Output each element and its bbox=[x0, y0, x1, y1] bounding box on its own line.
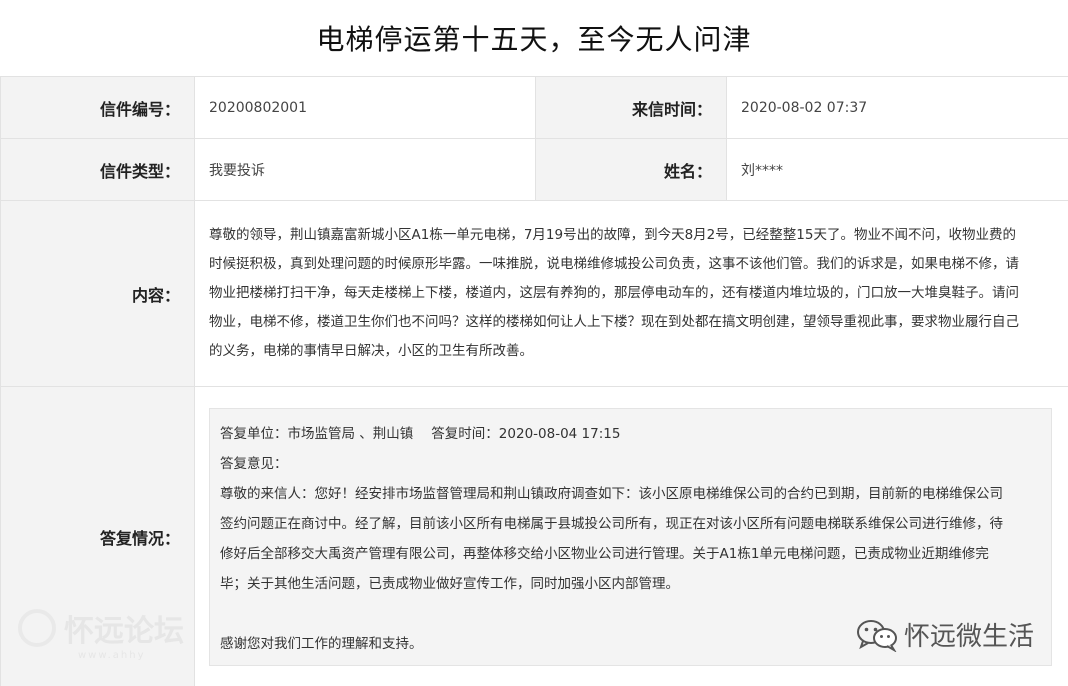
reply-meta: 答复单位：市场监管局 、荆山镇 答复时间：2020-08-04 17:15 bbox=[220, 419, 1035, 449]
content-line: 物业，电梯不修，楼道卫生你们也不问吗？这样的楼梯如何让人上下楼？现在到处都在搞文… bbox=[209, 314, 1019, 330]
forum-watermark: 怀远论坛 www.ahhy bbox=[18, 606, 184, 661]
letter-number-label: 信件编号： bbox=[0, 76, 195, 139]
letter-time-label: 来信时间： bbox=[535, 76, 727, 139]
wechat-icon bbox=[856, 619, 897, 652]
letter-row-number: 信件编号： 20200802001 来信时间： 2020-08-02 07:37 bbox=[0, 76, 1068, 139]
reply-unit-label: 答复单位： bbox=[220, 425, 288, 442]
forum-watermark-text: 怀远论坛 bbox=[64, 614, 184, 649]
reply-line: 签约问题正在商讨中。经了解，目前该小区所有电梯属于县城投公司所有，现正在对该小区… bbox=[220, 515, 1003, 532]
reply-line: 修好后全部移交大禹资产管理有限公司，再整体移交给小区物业公司进行管理。关于A1栋… bbox=[220, 545, 989, 562]
letter-time-value: 2020-08-02 07:37 bbox=[726, 76, 1068, 139]
reply-time-value: 2020-08-04 17:15 bbox=[498, 425, 621, 442]
page-title: 电梯停运第十五天，至今无人问津 bbox=[316, 23, 752, 56]
letter-table: 信件编号： 20200802001 来信时间： 2020-08-02 07:37… bbox=[0, 76, 1068, 686]
content-line: 的义务，电梯的事情早日解决，小区的卫生有所改善。 bbox=[209, 343, 533, 359]
forum-logo-icon bbox=[18, 609, 56, 647]
letter-row-content: 内容： 尊敬的领导，荆山镇嘉富新城小区A1栋一单元电梯，7月19号出的故障，到今… bbox=[0, 200, 1068, 387]
reply-line: 尊敬的来信人：您好！经安排市场监督管理局和荆山镇政府调查如下：该小区原电梯维保公… bbox=[220, 485, 1003, 502]
wechat-watermark-text: 怀远微生活 bbox=[903, 622, 1034, 652]
letter-name-value: 刘**** bbox=[726, 138, 1068, 201]
letter-name-label: 姓名： bbox=[535, 138, 727, 201]
letter-type-label: 信件类型： bbox=[0, 138, 195, 201]
content-line: 物业把楼梯打扫干净，每天走楼梯上下楼，楼道内，这层有养狗的，那层停电动车的，还有… bbox=[209, 285, 1019, 301]
letter-page: 电梯停运第十五天，至今无人问津 信件编号： 20200802001 来信时间： … bbox=[0, 0, 1068, 686]
content-line: 尊敬的领导，荆山镇嘉富新城小区A1栋一单元电梯，7月19号出的故障，到今天8月2… bbox=[209, 227, 1016, 243]
reply-opinion-label: 答复意见： bbox=[220, 455, 288, 472]
wechat-watermark: 怀远微生活 bbox=[856, 616, 1034, 653]
reply-time-label: 答复时间： bbox=[431, 425, 499, 442]
reply-line: 毕；关于其他生活问题，已责成物业做好宣传工作，同时加强小区内部管理。 bbox=[220, 575, 679, 592]
content-label: 内容： bbox=[0, 200, 195, 387]
letter-row-type: 信件类型： 我要投诉 姓名： 刘**** bbox=[0, 138, 1068, 201]
content-text: 尊敬的领导，荆山镇嘉富新城小区A1栋一单元电梯，7月19号出的故障，到今天8月2… bbox=[194, 200, 1068, 387]
forum-watermark-url: www.ahhy bbox=[78, 650, 146, 661]
letter-number-value: 20200802001 bbox=[194, 76, 536, 139]
letter-type-value: 我要投诉 bbox=[194, 138, 536, 201]
reply-unit-value: 市场监管局 、荆山镇 bbox=[287, 425, 414, 442]
content-line: 时候挺积极，真到处理问题的时候原形毕露。一味推脱，说电梯维修城投公司负责，这事不… bbox=[209, 256, 1019, 272]
